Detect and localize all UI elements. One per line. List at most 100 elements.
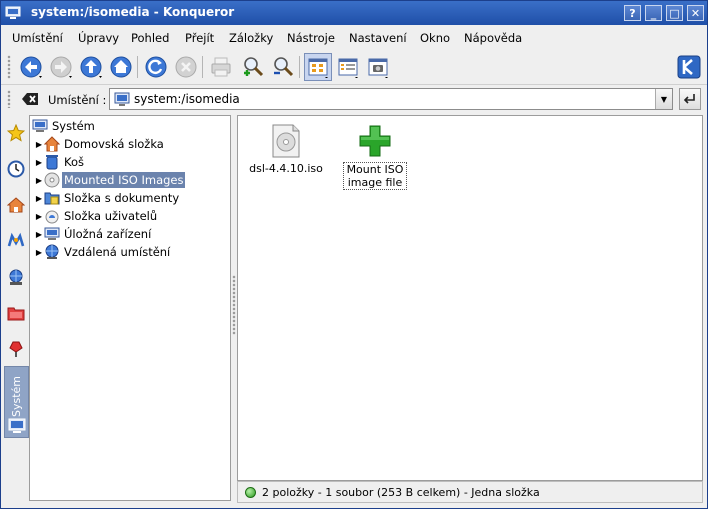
tab-system-label: Systém bbox=[10, 375, 23, 417]
splitter-grip[interactable] bbox=[232, 275, 236, 335]
menu-umisteni[interactable]: Umístění bbox=[12, 31, 63, 45]
location-label: Umístění : bbox=[48, 93, 107, 107]
home-icon bbox=[44, 136, 60, 152]
bookmarks-icon[interactable] bbox=[5, 122, 27, 144]
back-icon[interactable] bbox=[17, 53, 45, 81]
window-title: system:/isomedia - Konqueror bbox=[31, 5, 235, 19]
system-icon bbox=[8, 418, 26, 437]
system-location-icon bbox=[114, 91, 130, 110]
network-icon bbox=[44, 244, 60, 260]
home-icon[interactable] bbox=[107, 53, 135, 81]
status-bar: 2 položky - 1 soubor (253 B celkem) - Je… bbox=[237, 481, 703, 503]
expand-arrow-icon[interactable]: ▶ bbox=[34, 158, 44, 167]
stop-icon[interactable] bbox=[172, 53, 200, 81]
close-button[interactable]: ✕ bbox=[687, 5, 704, 21]
tree-item-slozka-s-dokumenty[interactable]: ▶ Složka s dokumenty bbox=[34, 189, 181, 207]
menu-nastaveni[interactable]: Nastavení bbox=[349, 31, 407, 45]
menu-nastroje[interactable]: Nástroje bbox=[287, 31, 335, 45]
menu-bar: Umístění Úpravy Pohled Přejít Záložky Ná… bbox=[1, 25, 707, 50]
expand-arrow-icon[interactable]: ▶ bbox=[34, 230, 44, 239]
history-icon[interactable] bbox=[5, 158, 27, 180]
tree-item-ulozna-zarizeni[interactable]: ▶ Úložná zařízení bbox=[34, 225, 153, 243]
go-button[interactable] bbox=[679, 88, 701, 110]
expand-arrow-icon[interactable]: ▶ bbox=[34, 140, 44, 149]
detail-view-icon[interactable] bbox=[334, 53, 362, 81]
enter-arrow-icon bbox=[683, 94, 695, 104]
clear-location-icon[interactable] bbox=[18, 87, 42, 111]
preview-icon[interactable] bbox=[364, 53, 392, 81]
toolbar-separator bbox=[137, 56, 138, 78]
expand-arrow-icon[interactable]: ▶ bbox=[34, 176, 44, 185]
zoom-in-icon[interactable] bbox=[239, 53, 267, 81]
menu-okno[interactable]: Okno bbox=[420, 31, 450, 45]
menu-upravy[interactable]: Úpravy bbox=[78, 31, 119, 45]
tree-item-domovska-slozka[interactable]: ▶ Domovská složka bbox=[34, 135, 166, 153]
home-folder-icon[interactable] bbox=[5, 194, 27, 216]
tree-item-label: Složka uživatelů bbox=[64, 209, 158, 223]
expand-arrow-icon[interactable]: ▶ bbox=[34, 194, 44, 203]
location-input[interactable]: system:/isomedia ▼ bbox=[109, 88, 673, 110]
system-icon bbox=[32, 118, 48, 134]
file-name: dsl-4.4.10.iso bbox=[249, 162, 323, 175]
tree-item-kos[interactable]: ▶ Koš bbox=[34, 153, 86, 171]
file-name: Mount ISO image file bbox=[343, 162, 407, 190]
print-icon[interactable] bbox=[207, 53, 235, 81]
tree-item-label: Vzdálená umístění bbox=[64, 245, 171, 259]
zoom-out-icon[interactable] bbox=[269, 53, 297, 81]
toolbar-grip[interactable] bbox=[7, 55, 11, 79]
tree-item-slozka-uzivatelu[interactable]: ▶ Složka uživatelů bbox=[34, 207, 159, 225]
storage-icon bbox=[44, 226, 60, 242]
locbar-grip[interactable] bbox=[7, 90, 11, 108]
file-view[interactable]: dsl-4.4.10.iso Mount ISO image file bbox=[237, 115, 703, 481]
iso-file-icon bbox=[268, 123, 304, 159]
documents-folder-icon bbox=[44, 190, 60, 206]
media-icon[interactable] bbox=[5, 230, 27, 252]
tree-item-vzdalena-umisteni[interactable]: ▶ Vzdálená umístění bbox=[34, 243, 172, 261]
toolbar-separator bbox=[202, 56, 203, 78]
tree-item-label: Složka s dokumenty bbox=[64, 191, 180, 205]
network-icon[interactable] bbox=[5, 266, 27, 288]
menu-zalozky[interactable]: Záložky bbox=[229, 31, 273, 45]
minimize-button[interactable]: _ bbox=[645, 5, 662, 21]
icon-view-icon[interactable] bbox=[304, 53, 332, 81]
expand-arrow-icon[interactable]: ▶ bbox=[34, 248, 44, 257]
location-url[interactable]: system:/isomedia bbox=[134, 92, 240, 106]
cdrom-icon bbox=[44, 172, 60, 188]
tree-root-system[interactable]: Systém bbox=[32, 117, 97, 135]
system-app-icon[interactable] bbox=[5, 5, 21, 21]
tab-system[interactable]: Systém bbox=[4, 366, 29, 438]
maximize-button[interactable]: □ bbox=[666, 5, 683, 21]
status-led-icon bbox=[245, 487, 256, 498]
users-icon bbox=[44, 208, 60, 224]
main-toolbar bbox=[1, 50, 707, 85]
location-dropdown-icon[interactable]: ▼ bbox=[655, 89, 672, 109]
kde-logo[interactable] bbox=[676, 53, 702, 81]
add-plus-icon bbox=[357, 123, 393, 159]
tree-item-label: Úložná zařízení bbox=[64, 227, 152, 241]
help-button[interactable]: ? bbox=[624, 5, 641, 21]
forward-icon[interactable] bbox=[47, 53, 75, 81]
tree-item-label: Koš bbox=[64, 155, 84, 169]
location-bar: Umístění : system:/isomedia ▼ bbox=[1, 85, 707, 113]
services-icon[interactable] bbox=[5, 338, 27, 360]
menu-napoveda[interactable]: Nápověda bbox=[464, 31, 522, 45]
expand-arrow-icon[interactable]: ▶ bbox=[34, 212, 44, 221]
menu-prejit[interactable]: Přejít bbox=[185, 31, 214, 45]
tree-item-mounted-iso-images[interactable]: ▶ Mounted ISO Images bbox=[34, 171, 186, 189]
file-item-iso[interactable]: dsl-4.4.10.iso bbox=[244, 123, 328, 175]
tree-root-label: Systém bbox=[52, 119, 95, 133]
konqueror-window: system:/isomedia - Konqueror ? _ □ ✕ Umí… bbox=[0, 0, 708, 509]
reload-icon[interactable] bbox=[142, 53, 170, 81]
tree-item-label: Domovská složka bbox=[64, 137, 164, 151]
toolbar-separator bbox=[299, 56, 300, 78]
navigation-tree: Systém ▶ Domovská složka ▶ Koš ▶ Mounted… bbox=[29, 115, 231, 501]
title-bar[interactable]: system:/isomedia - Konqueror ? _ □ ✕ bbox=[1, 1, 707, 25]
root-folder-icon[interactable] bbox=[5, 302, 27, 324]
trash-icon bbox=[44, 154, 60, 170]
tree-item-label: Mounted ISO Images bbox=[62, 172, 186, 188]
sidebar-tabs: Systém bbox=[2, 115, 29, 501]
menu-pohled[interactable]: Pohled bbox=[131, 31, 169, 45]
status-text: 2 položky - 1 soubor (253 B celkem) - Je… bbox=[262, 486, 540, 499]
up-icon[interactable] bbox=[77, 53, 105, 81]
file-item-mount-iso[interactable]: Mount ISO image file bbox=[333, 123, 417, 190]
